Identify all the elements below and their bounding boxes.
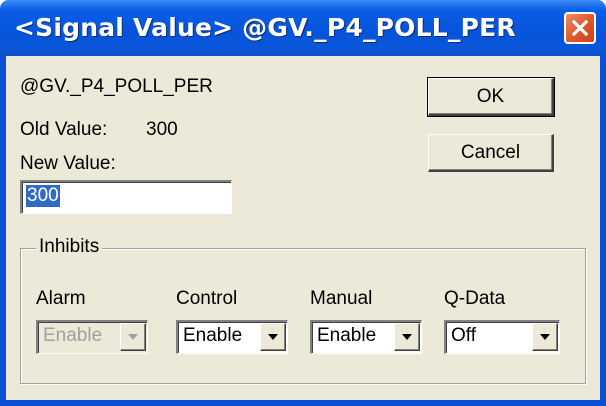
cancel-button[interactable]: Cancel	[428, 134, 554, 172]
control-select[interactable]: Enable	[176, 320, 288, 354]
alarm-label: Alarm	[36, 288, 86, 309]
signal-value-dialog: <Signal Value> @GV._P4_POLL_PER @GV._P4_…	[0, 0, 606, 406]
control-select-value: Enable	[183, 325, 243, 346]
chevron-down-icon[interactable]	[260, 323, 286, 351]
new-value-selected-text: 300	[26, 185, 60, 207]
window-title: <Signal Value> @GV._P4_POLL_PER	[14, 13, 516, 42]
chevron-down-icon[interactable]	[532, 323, 558, 351]
chevron-down-icon[interactable]	[394, 323, 420, 351]
new-value-label: New Value:	[20, 153, 116, 174]
qdata-select-value: Off	[451, 325, 476, 346]
qdata-select[interactable]: Off	[444, 320, 560, 354]
old-value-label: Old Value:	[20, 119, 108, 140]
signal-name: @GV._P4_POLL_PER	[20, 76, 213, 97]
old-value: 300	[146, 119, 178, 140]
manual-label: Manual	[310, 288, 373, 309]
chevron-down-icon	[120, 323, 146, 351]
close-icon	[571, 19, 589, 37]
ok-button[interactable]: OK	[427, 77, 555, 117]
manual-select-value: Enable	[317, 325, 377, 346]
qdata-label: Q-Data	[444, 288, 506, 309]
ok-button-label: OK	[476, 86, 505, 107]
inhibits-group-label: Inhibits	[36, 236, 103, 258]
title-bar[interactable]: <Signal Value> @GV._P4_POLL_PER	[0, 0, 606, 56]
alarm-select-value: Enable	[43, 325, 103, 346]
dialog-body: @GV._P4_POLL_PER Old Value: 300 New Valu…	[6, 56, 600, 400]
inhibits-groupbox	[20, 248, 586, 384]
alarm-select: Enable	[36, 320, 148, 354]
cancel-button-label: Cancel	[460, 142, 521, 163]
new-value-input[interactable]: 300	[20, 180, 232, 214]
control-label: Control	[176, 288, 238, 309]
manual-select[interactable]: Enable	[310, 320, 422, 354]
close-button[interactable]	[564, 12, 596, 44]
